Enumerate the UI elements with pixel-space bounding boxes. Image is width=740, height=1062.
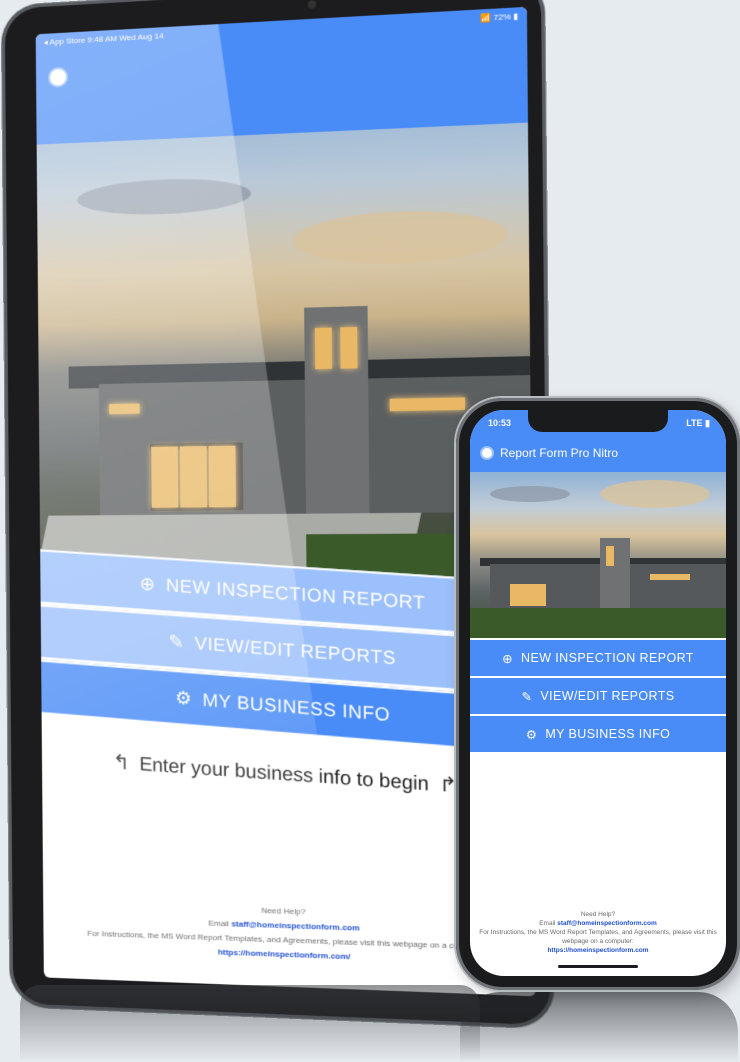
phone-reflection	[460, 992, 738, 1062]
phone-business-info-button[interactable]: ⚙ MY BUSINESS INFO	[470, 716, 726, 752]
phone-new-inspection-button[interactable]: ⊕ NEW INSPECTION REPORT	[470, 640, 726, 676]
house-garage	[150, 442, 244, 511]
house-window	[109, 403, 140, 415]
phone-need-help: Need Help?	[580, 911, 616, 918]
cloud	[77, 175, 252, 218]
garage-door	[208, 445, 236, 508]
cloud	[600, 480, 710, 508]
house-window	[650, 574, 690, 580]
garage-door	[179, 446, 208, 508]
house-window	[510, 584, 546, 606]
house-tower	[600, 538, 630, 608]
pencil-icon: ✎	[521, 689, 533, 704]
tablet-status-left: ◂ App Store 9:48 AM Wed Aug 14	[43, 31, 164, 47]
cloud	[292, 207, 508, 267]
tablet-business-info-label: MY BUSINESS INFO	[202, 689, 391, 725]
phone-title-row: Report Form Pro Nitro	[480, 446, 618, 460]
curved-arrow-right-icon: ↱	[438, 773, 458, 798]
tablet-new-inspection-label: NEW INSPECTION REPORT	[165, 574, 426, 613]
curved-arrow-left-icon: ↰	[112, 751, 130, 775]
gear-icon: ⚙	[525, 727, 538, 742]
tablet-camera	[307, 0, 317, 9]
phone-view-edit-button[interactable]: ✎ VIEW/EDIT REPORTS	[470, 678, 726, 714]
tablet-view-edit-label: VIEW/EDIT REPORTS	[194, 632, 397, 668]
phone-status-right: LTE ▮	[686, 418, 710, 428]
tablet-status-right: 📶 72% ▮	[480, 11, 519, 24]
house-window	[389, 397, 466, 412]
app-logo-icon	[480, 446, 494, 460]
cloud	[490, 486, 570, 502]
phone-app-title: Report Form Pro Nitro	[500, 446, 619, 460]
phone-footer: Need Help? Email staff@homeinspectionfor…	[470, 910, 726, 955]
phone-new-inspection-label: NEW INSPECTION REPORT	[521, 651, 694, 665]
gear-icon: ⚙	[175, 686, 193, 709]
phone-email-prefix: Email	[539, 920, 556, 927]
plus-circle-icon: ⊕	[502, 651, 514, 666]
phone-website-link[interactable]: https://homeinspectionform.com	[470, 946, 726, 955]
phone-screen: 10:53 LTE ▮ Report Form Pro Nitro ⊕ NEW …	[470, 410, 726, 976]
phone-header: 10:53 LTE ▮ Report Form Pro Nitro	[470, 410, 726, 472]
lawn	[470, 608, 726, 638]
home-indicator[interactable]	[558, 965, 638, 968]
phone-email-line: Email staff@homeinspectionform.com	[470, 919, 726, 928]
plus-circle-icon: ⊕	[139, 572, 156, 595]
phone-status-bar: 10:53 LTE ▮	[488, 418, 710, 429]
house-window	[340, 326, 358, 369]
phone-view-edit-label: VIEW/EDIT REPORTS	[540, 689, 675, 703]
tablet-email-link[interactable]: staff@homeinspectionform.com	[231, 919, 360, 932]
phone-business-info-label: MY BUSINESS INFO	[545, 727, 671, 741]
garage-door	[151, 446, 179, 508]
phone-device: 10:53 LTE ▮ Report Form Pro Nitro ⊕ NEW …	[456, 398, 740, 990]
tablet-email-prefix: Email	[208, 918, 229, 929]
phone-instructions: For Instructions, the MS Word Report Tem…	[479, 929, 717, 945]
tablet-reflection	[20, 985, 480, 1062]
phone-hero-photo	[470, 472, 726, 638]
phone-status-time: 10:53	[488, 418, 512, 428]
tablet-hint-text: Enter your business info to begin	[139, 753, 430, 796]
app-logo-icon	[47, 66, 69, 88]
house-window	[606, 546, 614, 566]
pencil-icon: ✎	[168, 630, 185, 653]
house-window	[314, 327, 333, 370]
phone-email-link[interactable]: staff@homeinspectionform.com	[557, 920, 657, 927]
